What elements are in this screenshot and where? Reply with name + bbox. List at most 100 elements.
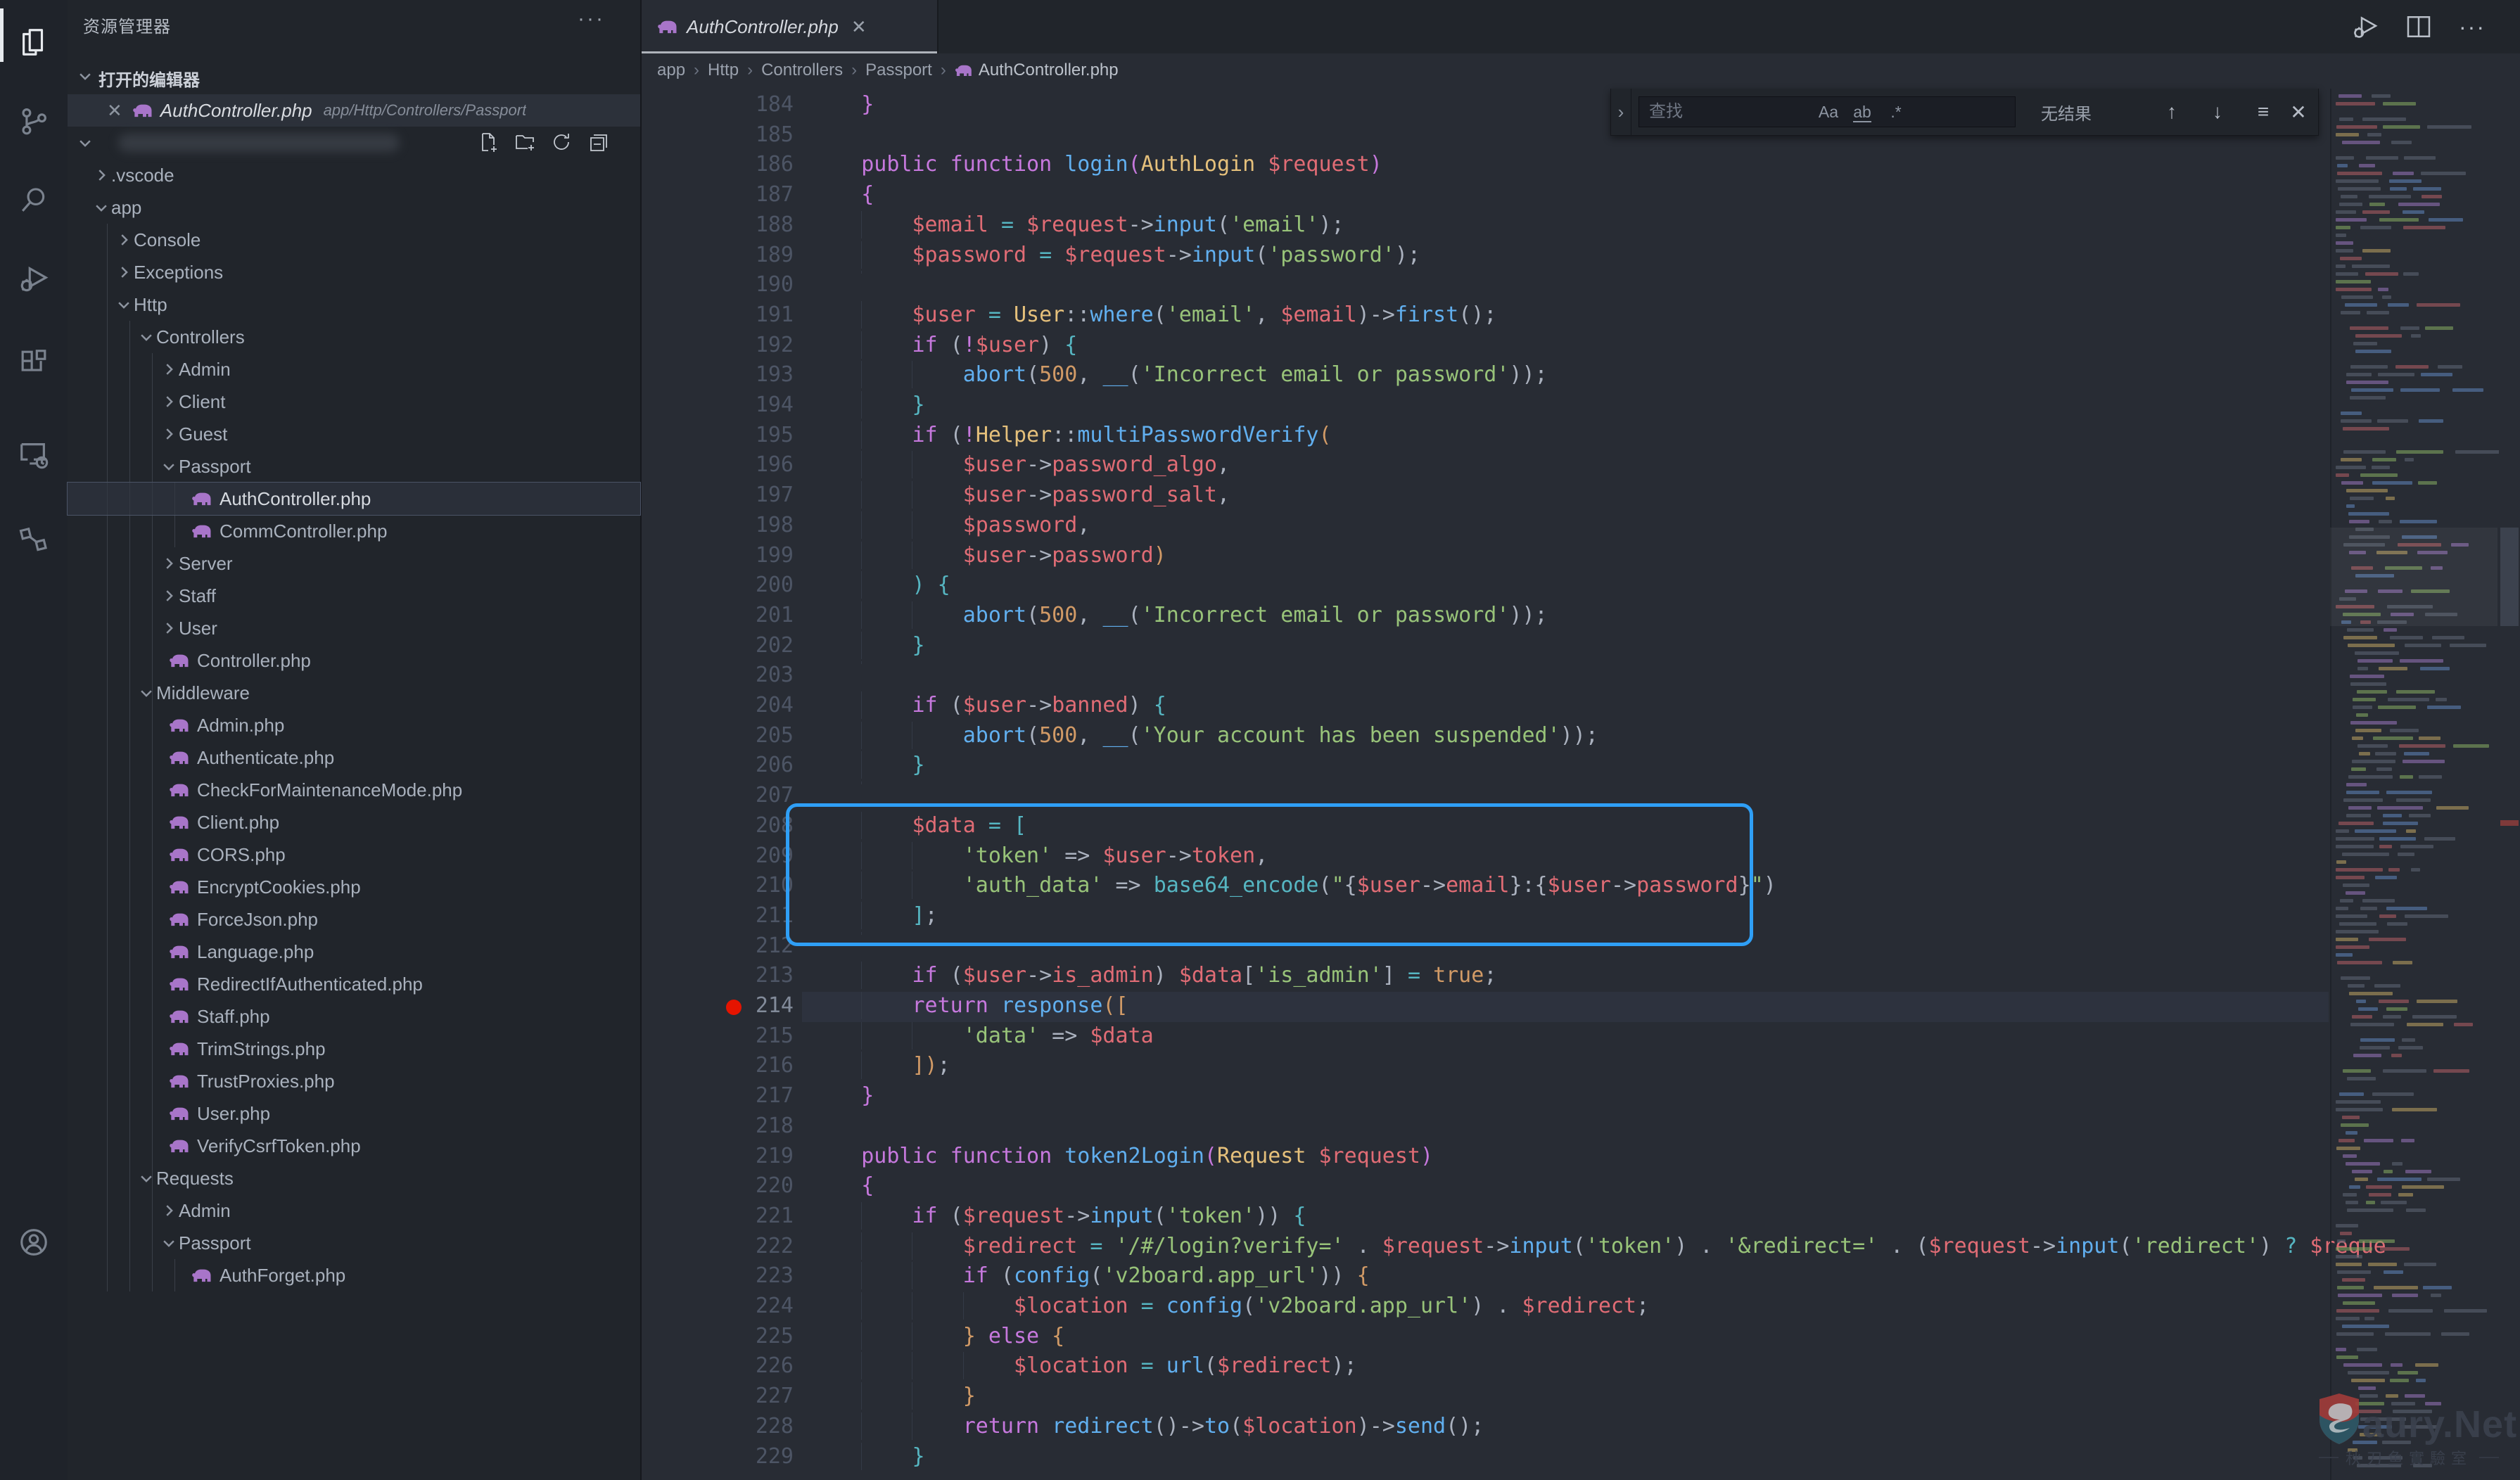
code-line-215[interactable]: 215 'data' => $data: [642, 1022, 2520, 1052]
tree-item-trustproxies.php[interactable]: TrustProxies.php: [68, 1065, 640, 1097]
more-actions-icon[interactable]: ···: [2455, 10, 2489, 44]
gutter[interactable]: 192: [642, 331, 810, 362]
match-case-icon[interactable]: Aa: [1815, 103, 1842, 122]
code-line-224[interactable]: 224 $location = config('v2board.app_url'…: [642, 1292, 2520, 1322]
gutter[interactable]: 222: [642, 1232, 810, 1263]
gutter[interactable]: 195: [642, 421, 810, 452]
code-line-227[interactable]: 227 }: [642, 1382, 2520, 1412]
breadcrumb-app[interactable]: app: [657, 60, 685, 80]
tree-item-staff[interactable]: Staff: [68, 580, 640, 612]
references-icon[interactable]: [0, 504, 68, 574]
tree-item-client.php[interactable]: Client.php: [68, 806, 640, 838]
split-editor-icon[interactable]: [2402, 10, 2436, 44]
gutter[interactable]: 190: [642, 271, 810, 301]
open-editors-header[interactable]: 打开的编辑器: [68, 62, 640, 94]
gutter[interactable]: 225: [642, 1322, 810, 1353]
gutter[interactable]: 227: [642, 1382, 810, 1412]
tree-item-admin[interactable]: Admin: [68, 353, 640, 385]
gutter[interactable]: 205: [642, 722, 810, 752]
gutter[interactable]: 199: [642, 542, 810, 572]
tree-item-checkformaintenancemode.php[interactable]: CheckForMaintenanceMode.php: [68, 774, 640, 806]
tree-item-controller.php[interactable]: Controller.php: [68, 644, 640, 677]
gutter[interactable]: 186: [642, 151, 810, 181]
gutter[interactable]: 198: [642, 511, 810, 542]
code-line-203[interactable]: 203: [642, 661, 2520, 691]
code-line-201[interactable]: 201 abort(500, __('Incorrect email or pa…: [642, 601, 2520, 632]
code-line-218[interactable]: 218: [642, 1112, 2520, 1142]
collapse-all-icon[interactable]: [587, 131, 612, 156]
code-line-213[interactable]: 213 if ($user->is_admin) $data['is_admin…: [642, 962, 2520, 992]
breadcrumb-http[interactable]: Http: [708, 60, 739, 80]
tab-authcontroller[interactable]: AuthController.php ✕: [642, 0, 938, 53]
tree-item-trimstrings.php[interactable]: TrimStrings.php: [68, 1033, 640, 1065]
gutter[interactable]: 214: [642, 992, 810, 1022]
gutter[interactable]: 219: [642, 1142, 810, 1173]
close-icon[interactable]: ✕: [107, 100, 122, 122]
tree-item-redirectifauthenticated.php[interactable]: RedirectIfAuthenticated.php: [68, 968, 640, 1000]
tree-item-user[interactable]: User: [68, 612, 640, 644]
breadcrumb-passport[interactable]: Passport: [865, 60, 932, 80]
gutter[interactable]: 224: [642, 1292, 810, 1322]
gutter[interactable]: 197: [642, 481, 810, 511]
tree-item-server[interactable]: Server: [68, 547, 640, 580]
toggle-replace-icon[interactable]: ›: [1611, 89, 1631, 135]
code-line-216[interactable]: 216 ]);: [642, 1052, 2520, 1082]
tree-item-user.php[interactable]: User.php: [68, 1097, 640, 1130]
gutter[interactable]: 216: [642, 1052, 810, 1082]
remote-explorer-icon[interactable]: [0, 419, 68, 490]
gutter[interactable]: 188: [642, 211, 810, 241]
code-line-225[interactable]: 225 } else {: [642, 1322, 2520, 1353]
code-line-228[interactable]: 228 return redirect()->to($location)->se…: [642, 1412, 2520, 1443]
gutter[interactable]: 185: [642, 121, 810, 151]
minimap[interactable]: [2330, 89, 2499, 1480]
code-line-191[interactable]: 191 $user = User::where('email', $email)…: [642, 301, 2520, 331]
gutter[interactable]: 207: [642, 782, 810, 812]
code-line-214[interactable]: 214 return response([: [642, 992, 2520, 1022]
tree-item-staff.php[interactable]: Staff.php: [68, 1000, 640, 1033]
gutter[interactable]: 193: [642, 361, 810, 391]
tree-item-forcejson.php[interactable]: ForceJson.php: [68, 903, 640, 936]
tree-item-authcontroller.php[interactable]: AuthController.php: [68, 483, 640, 515]
close-icon[interactable]: ✕: [851, 16, 867, 38]
tree-item-encryptcookies.php[interactable]: EncryptCookies.php: [68, 871, 640, 903]
code-line-189[interactable]: 189 $password = $request->input('passwor…: [642, 241, 2520, 272]
code-line-200[interactable]: 200 ) {: [642, 571, 2520, 601]
scrollbar-thumb[interactable]: [2500, 528, 2519, 626]
refresh-icon[interactable]: [550, 131, 575, 156]
code-line-196[interactable]: 196 $user->password_algo,: [642, 451, 2520, 481]
code-line-186[interactable]: 186 public function login(AuthLogin $req…: [642, 151, 2520, 181]
gutter[interactable]: 203: [642, 661, 810, 691]
code-line-217[interactable]: 217 }: [642, 1082, 2520, 1112]
code-area[interactable]: 184 }185186 public function login(AuthLo…: [642, 91, 2520, 1480]
account-icon[interactable]: [0, 1207, 68, 1277]
new-file-icon[interactable]: [477, 131, 502, 156]
gutter[interactable]: 226: [642, 1352, 810, 1382]
gutter[interactable]: 200: [642, 571, 810, 601]
tree-item-console[interactable]: Console: [68, 224, 640, 256]
gutter[interactable]: 209: [642, 842, 810, 872]
tree-item-controllers[interactable]: Controllers: [68, 321, 640, 353]
new-folder-icon[interactable]: [514, 131, 539, 156]
code-line-192[interactable]: 192 if (!$user) {: [642, 331, 2520, 362]
gutter[interactable]: 201: [642, 601, 810, 632]
find-next-icon[interactable]: ↓: [2202, 101, 2233, 123]
tree-item-exceptions[interactable]: Exceptions: [68, 256, 640, 288]
gutter[interactable]: 189: [642, 241, 810, 272]
gutter[interactable]: 211: [642, 902, 810, 932]
gutter[interactable]: 223: [642, 1262, 810, 1292]
close-icon[interactable]: ✕: [2283, 101, 2314, 124]
code-line-198[interactable]: 198 $password,: [642, 511, 2520, 542]
gutter[interactable]: 202: [642, 632, 810, 662]
code-line-190[interactable]: 190: [642, 271, 2520, 301]
tree-item-commcontroller.php[interactable]: CommController.php: [68, 515, 640, 547]
explorer-icon[interactable]: [0, 7, 68, 77]
scrollbar[interactable]: [2499, 89, 2520, 1480]
tree-item-authenticate.php[interactable]: Authenticate.php: [68, 741, 640, 774]
gutter[interactable]: 213: [642, 962, 810, 992]
tree-item-admin.php[interactable]: Admin.php: [68, 709, 640, 741]
code-line-195[interactable]: 195 if (!Helper::multiPasswordVerify(: [642, 421, 2520, 452]
gutter[interactable]: 194: [642, 391, 810, 421]
code-line-188[interactable]: 188 $email = $request->input('email');: [642, 211, 2520, 241]
gutter[interactable]: 218: [642, 1112, 810, 1142]
tree-item-app[interactable]: app: [68, 191, 640, 224]
